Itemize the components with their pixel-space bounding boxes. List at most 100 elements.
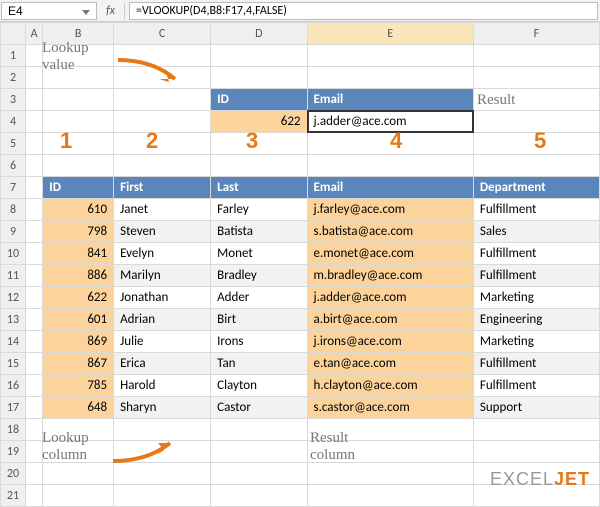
cell[interactable] bbox=[26, 199, 43, 221]
cell[interactable]: Birt bbox=[211, 309, 307, 331]
cell[interactable] bbox=[473, 441, 599, 463]
cell[interactable]: Harold bbox=[114, 375, 211, 397]
cell[interactable]: 601 bbox=[43, 309, 114, 331]
cell[interactable] bbox=[473, 155, 599, 177]
cell[interactable]: Evelyn bbox=[114, 243, 211, 265]
cell[interactable] bbox=[307, 133, 473, 155]
cell[interactable] bbox=[211, 441, 307, 463]
column-header[interactable]: F bbox=[473, 23, 599, 45]
cell[interactable] bbox=[473, 89, 599, 111]
row-header[interactable]: 20 bbox=[1, 463, 26, 485]
cell[interactable] bbox=[211, 155, 307, 177]
cell[interactable]: Erica bbox=[114, 353, 211, 375]
cell[interactable]: Department bbox=[473, 177, 599, 199]
cell[interactable] bbox=[26, 441, 43, 463]
cell[interactable]: 867 bbox=[43, 353, 114, 375]
cell[interactable] bbox=[43, 419, 114, 441]
cell[interactable] bbox=[114, 463, 211, 485]
cell[interactable]: ID bbox=[43, 177, 114, 199]
cell[interactable]: 622 bbox=[43, 287, 114, 309]
cell[interactable] bbox=[307, 419, 473, 441]
cell[interactable]: Fulfillment bbox=[473, 243, 599, 265]
cell[interactable] bbox=[211, 463, 307, 485]
cell[interactable]: Castor bbox=[211, 397, 307, 419]
cell[interactable]: j.adder@ace.com bbox=[307, 111, 473, 133]
cell[interactable] bbox=[43, 485, 114, 507]
cell[interactable]: 886 bbox=[43, 265, 114, 287]
cell[interactable] bbox=[43, 155, 114, 177]
cell[interactable]: Adrian bbox=[114, 309, 211, 331]
cell[interactable] bbox=[211, 45, 307, 67]
cell[interactable] bbox=[26, 45, 43, 67]
cell[interactable]: Support bbox=[473, 397, 599, 419]
cell[interactable] bbox=[114, 67, 211, 89]
select-all-corner[interactable] bbox=[1, 23, 26, 45]
cell[interactable] bbox=[114, 133, 211, 155]
row-header[interactable]: 9 bbox=[1, 221, 26, 243]
cell[interactable] bbox=[307, 485, 473, 507]
cell[interactable] bbox=[307, 463, 473, 485]
cell[interactable]: s.batista@ace.com bbox=[307, 221, 473, 243]
cell[interactable] bbox=[114, 89, 211, 111]
cell[interactable] bbox=[43, 67, 114, 89]
cell[interactable] bbox=[114, 155, 211, 177]
row-header[interactable]: 12 bbox=[1, 287, 26, 309]
cell[interactable] bbox=[26, 397, 43, 419]
cell[interactable] bbox=[43, 89, 114, 111]
cell[interactable]: Irons bbox=[211, 331, 307, 353]
cell[interactable] bbox=[26, 331, 43, 353]
cell[interactable] bbox=[26, 309, 43, 331]
row-header[interactable]: 3 bbox=[1, 89, 26, 111]
cell[interactable] bbox=[114, 419, 211, 441]
cell[interactable] bbox=[473, 67, 599, 89]
cell[interactable]: Fulfillment bbox=[473, 375, 599, 397]
cell[interactable] bbox=[26, 419, 43, 441]
cell[interactable] bbox=[307, 67, 473, 89]
cell[interactable]: j.farley@ace.com bbox=[307, 199, 473, 221]
cell[interactable] bbox=[114, 441, 211, 463]
row-header[interactable]: 19 bbox=[1, 441, 26, 463]
cell[interactable] bbox=[211, 419, 307, 441]
column-header[interactable]: E bbox=[307, 23, 473, 45]
cell[interactable] bbox=[114, 485, 211, 507]
cell[interactable]: Tan bbox=[211, 353, 307, 375]
cell[interactable] bbox=[43, 111, 114, 133]
row-header[interactable]: 11 bbox=[1, 265, 26, 287]
cell[interactable] bbox=[26, 133, 43, 155]
cell[interactable]: Email bbox=[307, 177, 473, 199]
active-cell[interactable]: j.adder@ace.com bbox=[308, 111, 473, 132]
cell[interactable]: 798 bbox=[43, 221, 114, 243]
row-header[interactable]: 16 bbox=[1, 375, 26, 397]
cell[interactable]: 648 bbox=[43, 397, 114, 419]
cell[interactable]: Engineering bbox=[473, 309, 599, 331]
cell[interactable] bbox=[26, 243, 43, 265]
cell[interactable] bbox=[211, 133, 307, 155]
cell[interactable]: Sharyn bbox=[114, 397, 211, 419]
cell[interactable] bbox=[26, 89, 43, 111]
cell[interactable]: Email bbox=[307, 89, 473, 111]
row-header[interactable]: 15 bbox=[1, 353, 26, 375]
cell[interactable] bbox=[43, 45, 114, 67]
cell[interactable]: Batista bbox=[211, 221, 307, 243]
cell[interactable]: Farley bbox=[211, 199, 307, 221]
cell[interactable] bbox=[307, 155, 473, 177]
cell[interactable] bbox=[26, 463, 43, 485]
cell[interactable]: Janet bbox=[114, 199, 211, 221]
row-header[interactable]: 5 bbox=[1, 133, 26, 155]
cell[interactable] bbox=[307, 441, 473, 463]
row-header[interactable]: 4 bbox=[1, 111, 26, 133]
row-header[interactable]: 21 bbox=[1, 485, 26, 507]
cell[interactable] bbox=[26, 155, 43, 177]
cell[interactable]: Marketing bbox=[473, 287, 599, 309]
cell[interactable]: j.irons@ace.com bbox=[307, 331, 473, 353]
cell[interactable]: Steven bbox=[114, 221, 211, 243]
cell[interactable]: Jonathan bbox=[114, 287, 211, 309]
cell[interactable]: ID bbox=[211, 89, 307, 111]
cell[interactable] bbox=[26, 353, 43, 375]
cell[interactable]: m.bradley@ace.com bbox=[307, 265, 473, 287]
cell[interactable]: 869 bbox=[43, 331, 114, 353]
row-header[interactable]: 6 bbox=[1, 155, 26, 177]
cell[interactable]: Last bbox=[211, 177, 307, 199]
row-header[interactable]: 1 bbox=[1, 45, 26, 67]
cell[interactable] bbox=[43, 463, 114, 485]
